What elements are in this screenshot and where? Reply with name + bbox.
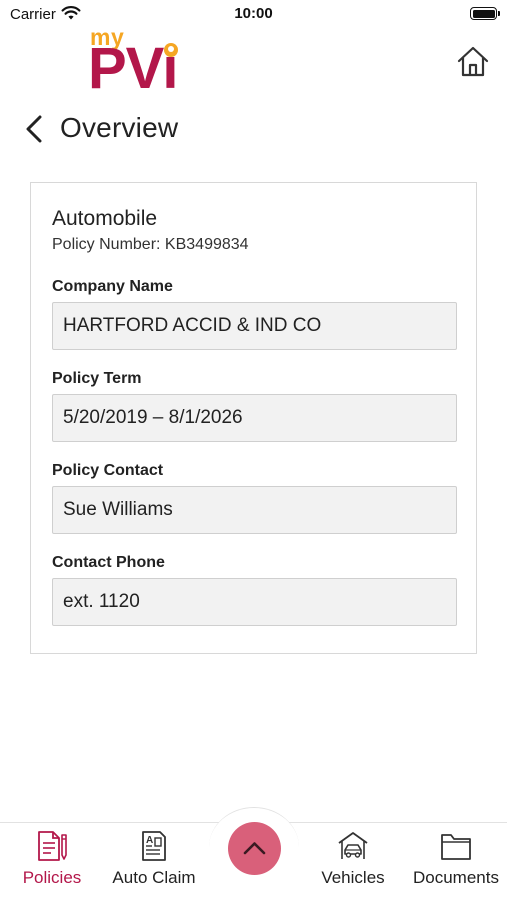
- policy-term-field: Policy Term 5/20/2019 – 8/1/2026: [52, 370, 457, 442]
- policy-contact-field: Policy Contact Sue Williams: [52, 462, 457, 534]
- claim-form-icon: A: [142, 831, 166, 861]
- status-bar: Carrier 10:00: [0, 0, 507, 28]
- back-button[interactable]: Overview: [22, 110, 322, 150]
- nav-item-auto-claim[interactable]: A Auto Claim: [106, 830, 202, 896]
- car-garage-icon: [338, 832, 368, 859]
- policy-document-icon: [38, 831, 67, 861]
- contact-phone-value[interactable]: ext. 1120: [52, 578, 457, 626]
- nav-label-policies: Policies: [22, 868, 82, 887]
- battery-icon: [470, 7, 500, 20]
- field-label: Policy Contact: [52, 462, 164, 479]
- policy-type: Automobile: [52, 207, 158, 230]
- chevron-left-icon: [26, 115, 42, 143]
- home-icon: [457, 46, 489, 77]
- field-label: Contact Phone: [52, 554, 165, 571]
- nav-item-documents[interactable]: Documents: [408, 830, 504, 896]
- contact-phone-field: Contact Phone ext. 1120: [52, 554, 457, 626]
- policy-number: Policy Number: KB3499834: [52, 236, 249, 253]
- app-logo: my PVi: [88, 24, 188, 100]
- nav-item-vehicles[interactable]: Vehicles: [316, 830, 390, 896]
- company-name-field: Company Name HARTFORD ACCID & IND CO: [52, 278, 457, 350]
- nav-label-auto-claim: Auto Claim: [112, 868, 196, 887]
- nav-label-vehicles: Vehicles: [321, 868, 385, 887]
- nav-item-policies[interactable]: Policies: [16, 830, 88, 896]
- svg-text:A: A: [146, 835, 153, 846]
- chevron-up-icon: [243, 842, 266, 855]
- field-label: Policy Term: [52, 370, 142, 387]
- nav-label-documents: Documents: [413, 868, 499, 887]
- policy-card: Automobile Policy Number: KB3499834 Comp…: [30, 182, 477, 654]
- policy-term-value[interactable]: 5/20/2019 – 8/1/2026: [52, 394, 457, 442]
- page-title: Overview: [60, 112, 179, 143]
- home-button[interactable]: [455, 44, 491, 80]
- expand-menu-button[interactable]: [228, 822, 281, 875]
- folder-icon: [441, 834, 471, 860]
- status-time: 10:00: [234, 5, 273, 22]
- company-name-value[interactable]: HARTFORD ACCID & IND CO: [52, 302, 457, 350]
- logo-dot-icon: [164, 43, 178, 57]
- field-label: Company Name: [52, 278, 173, 295]
- policy-contact-value[interactable]: Sue Williams: [52, 486, 457, 534]
